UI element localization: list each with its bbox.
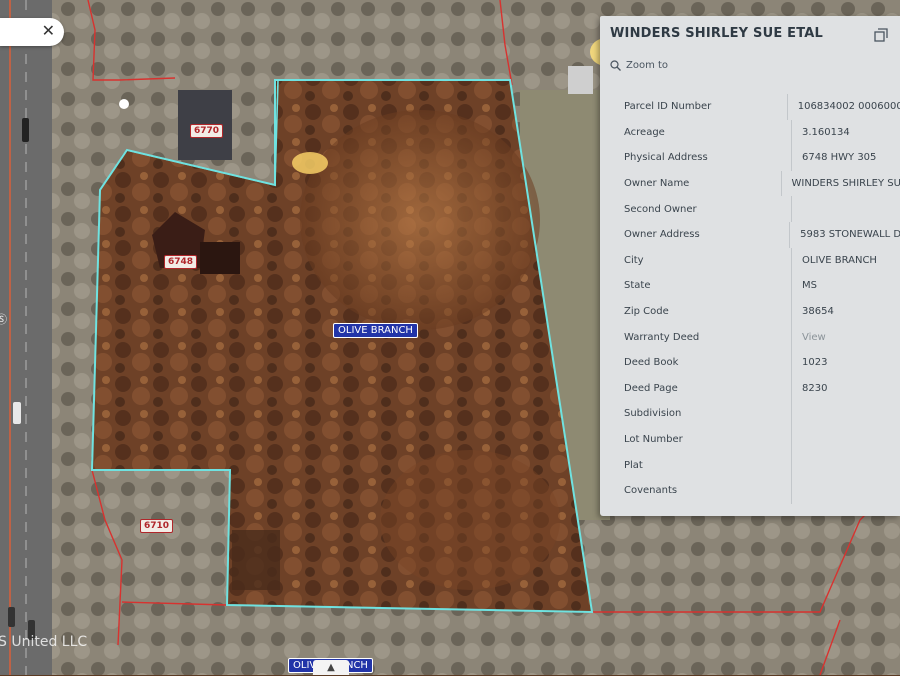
attribute-key: Owner Name bbox=[606, 170, 782, 197]
attribute-table: Parcel ID Number 106834002 0006000 Acreag… bbox=[606, 94, 900, 504]
zoom-to-link[interactable]: Zoom to bbox=[610, 60, 668, 71]
table-row: Zip Code 38654 bbox=[606, 298, 900, 325]
attribute-value: WINDERS SHIRLEY SUE bbox=[791, 178, 900, 190]
vehicle bbox=[8, 607, 15, 627]
table-row: City OLIVE BRANCH bbox=[606, 247, 900, 274]
attribute-value: 106834002 0006000 bbox=[797, 101, 900, 113]
chevron-up-icon: ▲ bbox=[327, 662, 335, 673]
shed bbox=[568, 66, 593, 94]
table-row: Second Owner bbox=[606, 196, 900, 222]
clearing bbox=[380, 450, 560, 590]
attribute-key: Subdivision bbox=[606, 401, 792, 427]
search-box[interactable]: ✕ bbox=[0, 18, 64, 46]
table-row: State MS bbox=[606, 273, 900, 299]
panel-title: WINDERS SHIRLEY SUE ETAL bbox=[610, 26, 824, 41]
attribute-key: City bbox=[606, 247, 792, 274]
screen-glare bbox=[292, 152, 328, 174]
attribute-key: Deed Page bbox=[606, 375, 792, 402]
table-row: Physical Address 6748 HWY 305 bbox=[606, 145, 900, 171]
zoom-to-label: Zoom to bbox=[626, 60, 669, 71]
attribute-key: Deed Book bbox=[606, 349, 792, 376]
table-row: Deed Book 1023 bbox=[606, 349, 900, 376]
attribute-key: State bbox=[606, 273, 792, 299]
parcel-info-panel: WINDERS SHIRLEY SUE ETAL Zoom to Parcel … bbox=[600, 16, 900, 516]
table-row: Owner Address 5983 STONEWALL D bbox=[606, 221, 900, 248]
map-marker bbox=[119, 99, 129, 109]
attribute-key: Second Owner bbox=[606, 196, 792, 222]
attribute-value: 38654 bbox=[802, 306, 834, 318]
attribute-key: Zip Code bbox=[606, 298, 792, 325]
vehicle bbox=[13, 402, 21, 424]
table-row: Acreage 3.160134 bbox=[606, 119, 900, 146]
panel-toggle-handle[interactable]: ▲ bbox=[313, 660, 349, 675]
expand-icon[interactable] bbox=[874, 28, 888, 42]
attribute-key: Acreage bbox=[606, 119, 792, 146]
attribute-value: 8230 bbox=[802, 382, 828, 394]
attribute-key: Physical Address bbox=[606, 145, 792, 171]
zoom-to-icon bbox=[610, 60, 621, 71]
attribute-value: MS bbox=[802, 280, 817, 292]
attribute-key: Warranty Deed bbox=[606, 324, 792, 350]
lot-number-badge: 6710 bbox=[140, 519, 174, 533]
house-6710-area bbox=[232, 530, 280, 590]
attribute-value: 6748 HWY 305 bbox=[802, 152, 877, 164]
highway-305 bbox=[0, 0, 52, 675]
place-label: OLIVE BRANCH bbox=[333, 323, 418, 338]
table-row: Subdivision bbox=[606, 401, 900, 427]
table-row: Covenants bbox=[606, 477, 900, 504]
lot-number-badge: 6770 bbox=[190, 124, 224, 138]
table-row: Deed Page 8230 bbox=[606, 375, 900, 402]
table-row: Lot Number bbox=[606, 426, 900, 453]
attribute-key: Lot Number bbox=[606, 426, 792, 453]
clearing bbox=[300, 110, 540, 330]
outbuilding bbox=[200, 242, 240, 274]
warranty-deed-link[interactable]: View bbox=[792, 332, 826, 343]
table-row: Parcel ID Number 106834002 0006000 bbox=[606, 94, 900, 120]
attribute-value: OLIVE BRANCH bbox=[802, 254, 877, 266]
attribute-value: 1023 bbox=[802, 357, 828, 369]
table-row: Owner Name WINDERS SHIRLEY SUE bbox=[606, 170, 900, 197]
attribute-key: Covenants bbox=[606, 477, 792, 504]
attribute-key: Parcel ID Number bbox=[606, 94, 788, 120]
table-row: Warranty Deed View bbox=[606, 324, 900, 350]
road-marker-icon: Ⓢ bbox=[0, 313, 7, 326]
attribute-value: 3.160134 bbox=[802, 126, 850, 138]
watermark: S United LLC bbox=[0, 634, 88, 650]
attribute-key: Owner Address bbox=[606, 221, 791, 248]
close-icon[interactable]: ✕ bbox=[42, 21, 55, 40]
table-row: Plat bbox=[606, 452, 900, 478]
vehicle bbox=[22, 118, 29, 142]
attribute-value: 5983 STONEWALL D bbox=[800, 229, 900, 241]
attribute-key: Plat bbox=[606, 452, 792, 478]
lot-number-badge: 6748 bbox=[164, 255, 198, 269]
